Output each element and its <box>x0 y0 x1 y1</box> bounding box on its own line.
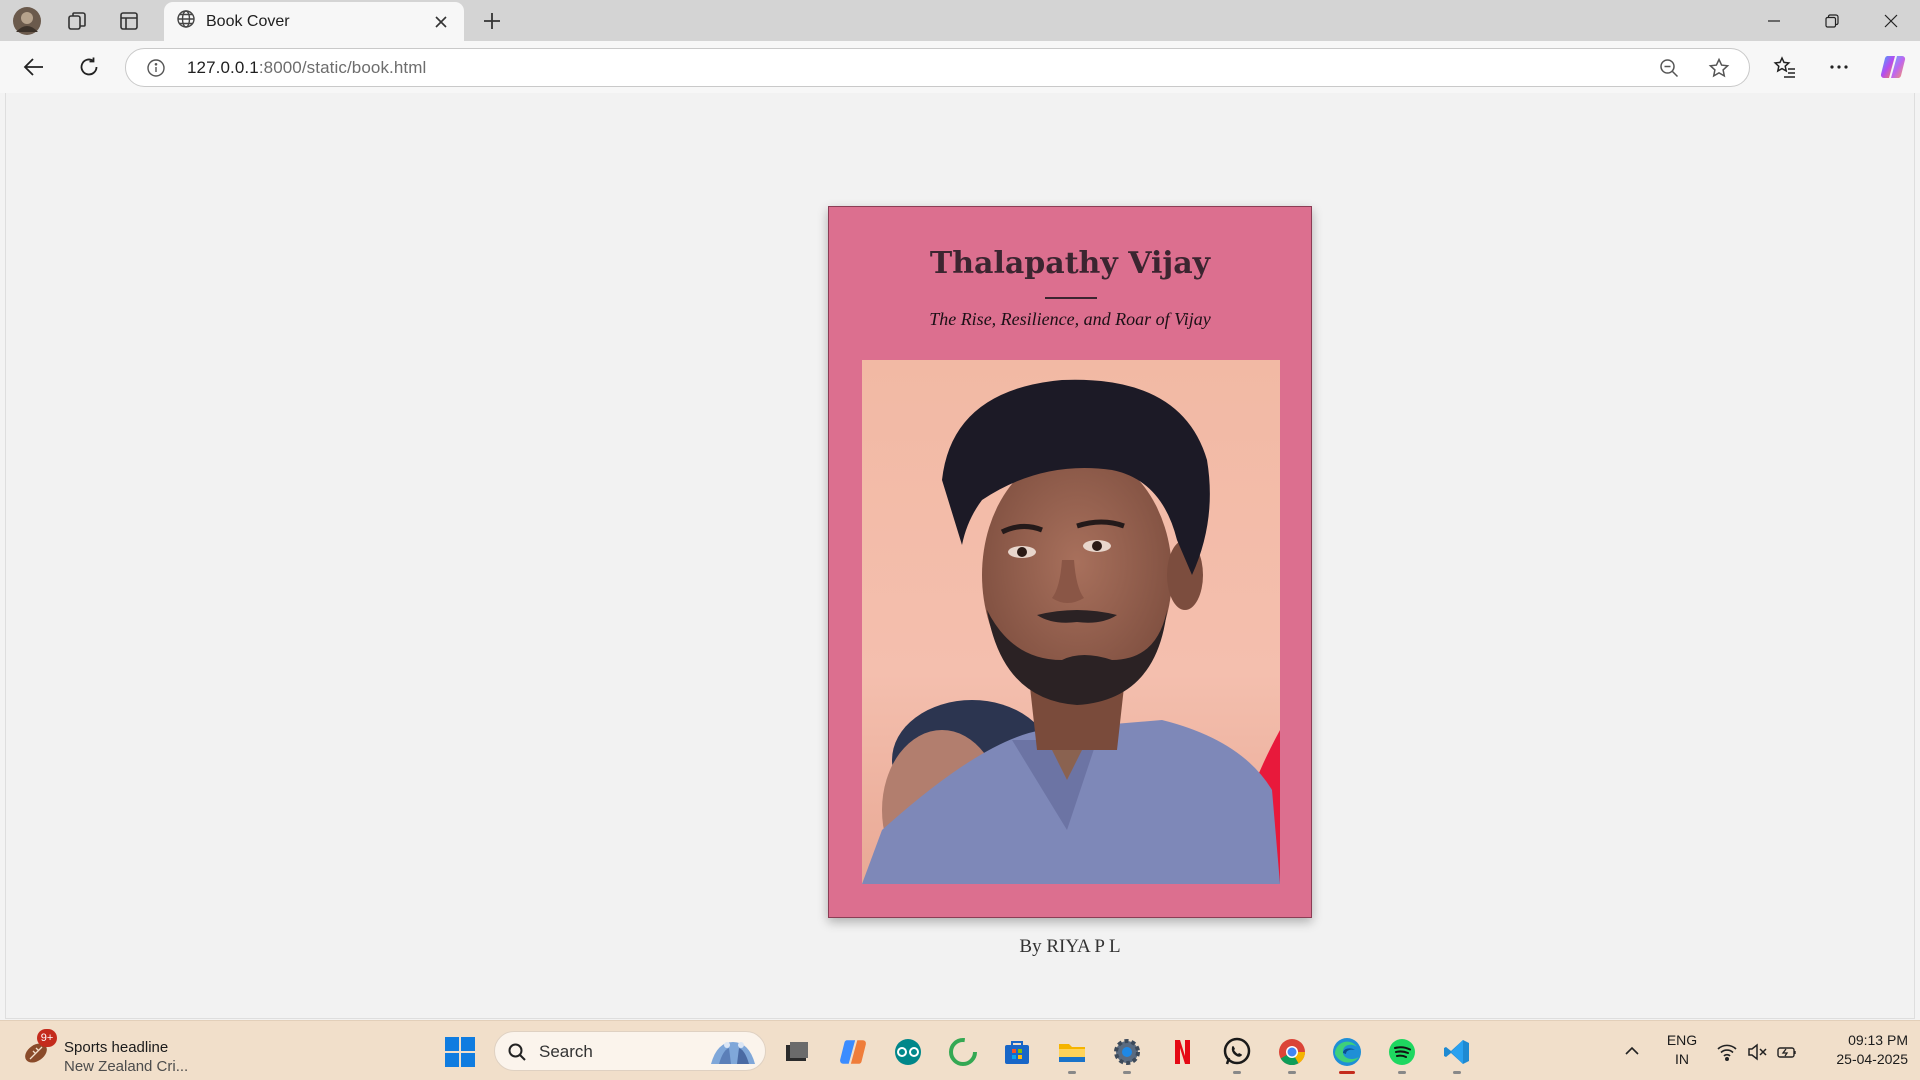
chevron-up-icon[interactable] <box>1622 1041 1642 1061</box>
spotify-app[interactable] <box>1383 1033 1421 1074</box>
title-divider <box>1045 297 1097 299</box>
new-tab-button[interactable] <box>474 4 510 38</box>
running-indicator <box>1068 1071 1076 1074</box>
back-icon <box>23 58 43 76</box>
copilot-app[interactable] <box>834 1033 872 1071</box>
android-studio-icon <box>949 1038 977 1066</box>
star-icon[interactable] <box>1708 57 1730 79</box>
refresh-icon <box>80 57 98 76</box>
netflix-app[interactable] <box>1163 1033 1201 1071</box>
restore-icon <box>1825 13 1839 28</box>
region-code: IN <box>1675 1051 1689 1067</box>
url-text[interactable]: 127.0.0.1:8000/static/book.html <box>187 58 426 78</box>
settings-icon <box>1114 1039 1140 1065</box>
wifi-icon[interactable] <box>1716 1041 1738 1063</box>
minimize-icon <box>1768 19 1780 22</box>
clock-time: 09:13 PM <box>1848 1032 1908 1048</box>
windows-taskbar: 9+ Sports headline New Zealand Cri... Se… <box>0 1020 1920 1080</box>
book-byline: By RIYA P L <box>1019 936 1121 957</box>
news-badge: 9+ <box>37 1029 57 1047</box>
file-manager-app[interactable] <box>778 1033 816 1071</box>
plus-icon <box>484 13 500 29</box>
system-clock[interactable]: 09:13 PM 25-04-2025 <box>1808 1031 1908 1069</box>
zoom-out-icon[interactable] <box>1658 57 1680 79</box>
tab-actions-icon[interactable] <box>111 5 147 37</box>
microsoft-store-app[interactable] <box>998 1033 1036 1071</box>
address-bar[interactable]: 127.0.0.1:8000/static/book.html <box>125 48 1750 87</box>
start-button[interactable] <box>444 1036 476 1068</box>
running-indicator <box>1123 1071 1131 1074</box>
search-icon <box>507 1042 527 1062</box>
favorites-icon <box>1773 56 1795 78</box>
running-indicator-active <box>1339 1071 1355 1074</box>
search-highlight-icon <box>705 1036 761 1068</box>
profile-avatar-icon[interactable] <box>9 5 45 37</box>
copilot-button[interactable] <box>1874 49 1912 85</box>
favorites-button[interactable] <box>1766 49 1804 85</box>
android-studio-app[interactable] <box>944 1033 982 1071</box>
tab-title: Book Cover <box>206 12 290 30</box>
file-manager-icon <box>786 1042 808 1061</box>
active-tab[interactable]: Book Cover <box>164 2 464 41</box>
arduino-icon <box>895 1039 921 1065</box>
whatsapp-app[interactable] <box>1218 1033 1256 1074</box>
url-host: 127.0.0.1 <box>187 58 259 77</box>
news-headline: Sports headline <box>64 1039 169 1056</box>
book-cover: Thalapathy Vijay The Rise, Resilience, a… <box>828 206 1312 918</box>
volume-muted-icon[interactable] <box>1746 1041 1768 1063</box>
spotify-icon <box>1389 1039 1415 1065</box>
globe-icon <box>176 9 196 34</box>
refresh-button[interactable] <box>70 49 108 85</box>
news-widget[interactable]: 9+ Sports headline New Zealand Cri... <box>22 1029 202 1075</box>
news-subtitle: New Zealand Cri... <box>64 1058 189 1075</box>
edge-app[interactable] <box>1328 1033 1366 1074</box>
page-viewport: Thalapathy Vijay The Rise, Resilience, a… <box>5 93 1915 1019</box>
language-indicator[interactable]: ENG IN <box>1662 1031 1702 1069</box>
running-indicator <box>1453 1071 1461 1074</box>
running-indicator <box>1233 1071 1241 1074</box>
battery-charging-icon[interactable] <box>1776 1041 1798 1063</box>
close-icon <box>1884 14 1898 27</box>
tab-strip: Book Cover <box>0 0 1920 41</box>
running-indicator <box>1288 1071 1296 1074</box>
windows-logo-icon <box>445 1037 475 1067</box>
vscode-app[interactable] <box>1438 1033 1476 1074</box>
close-window-button[interactable] <box>1862 0 1920 41</box>
ms-store-icon <box>1005 1041 1029 1064</box>
minimize-button[interactable] <box>1745 0 1803 41</box>
taskbar-search[interactable]: Search <box>494 1031 766 1071</box>
netflix-icon <box>1175 1040 1190 1064</box>
navigation-bar: 127.0.0.1:8000/static/book.html <box>0 41 1920 93</box>
workspaces-icon[interactable] <box>59 5 95 37</box>
more-icon <box>1830 65 1848 69</box>
search-placeholder: Search <box>539 1042 593 1061</box>
file-explorer-icon <box>1059 1044 1085 1062</box>
chrome-icon <box>1279 1039 1306 1066</box>
close-icon[interactable] <box>430 11 452 33</box>
chrome-app[interactable] <box>1273 1033 1311 1074</box>
more-button[interactable] <box>1820 49 1858 85</box>
book-title: Thalapathy Vijay <box>929 246 1211 281</box>
info-icon[interactable] <box>146 58 166 78</box>
running-indicator <box>1398 1071 1406 1074</box>
file-explorer-app[interactable] <box>1053 1033 1091 1074</box>
language-code: ENG <box>1666 1032 1698 1048</box>
edge-icon <box>1333 1038 1361 1066</box>
arduino-app[interactable] <box>889 1033 927 1071</box>
settings-app[interactable] <box>1108 1033 1146 1074</box>
restore-button[interactable] <box>1803 0 1861 41</box>
back-button[interactable] <box>15 49 53 85</box>
book-subtitle: The Rise, Resilience, and Roar of Vijay <box>929 309 1211 329</box>
copilot-icon <box>1880 55 1906 79</box>
copilot-app-icon <box>840 1040 866 1064</box>
clock-date: 25-04-2025 <box>1836 1051 1908 1067</box>
vscode-icon <box>1444 1040 1469 1064</box>
url-path: :8000/static/book.html <box>258 58 427 77</box>
cover-portrait-photo <box>862 360 1280 884</box>
whatsapp-icon <box>1223 1037 1251 1065</box>
